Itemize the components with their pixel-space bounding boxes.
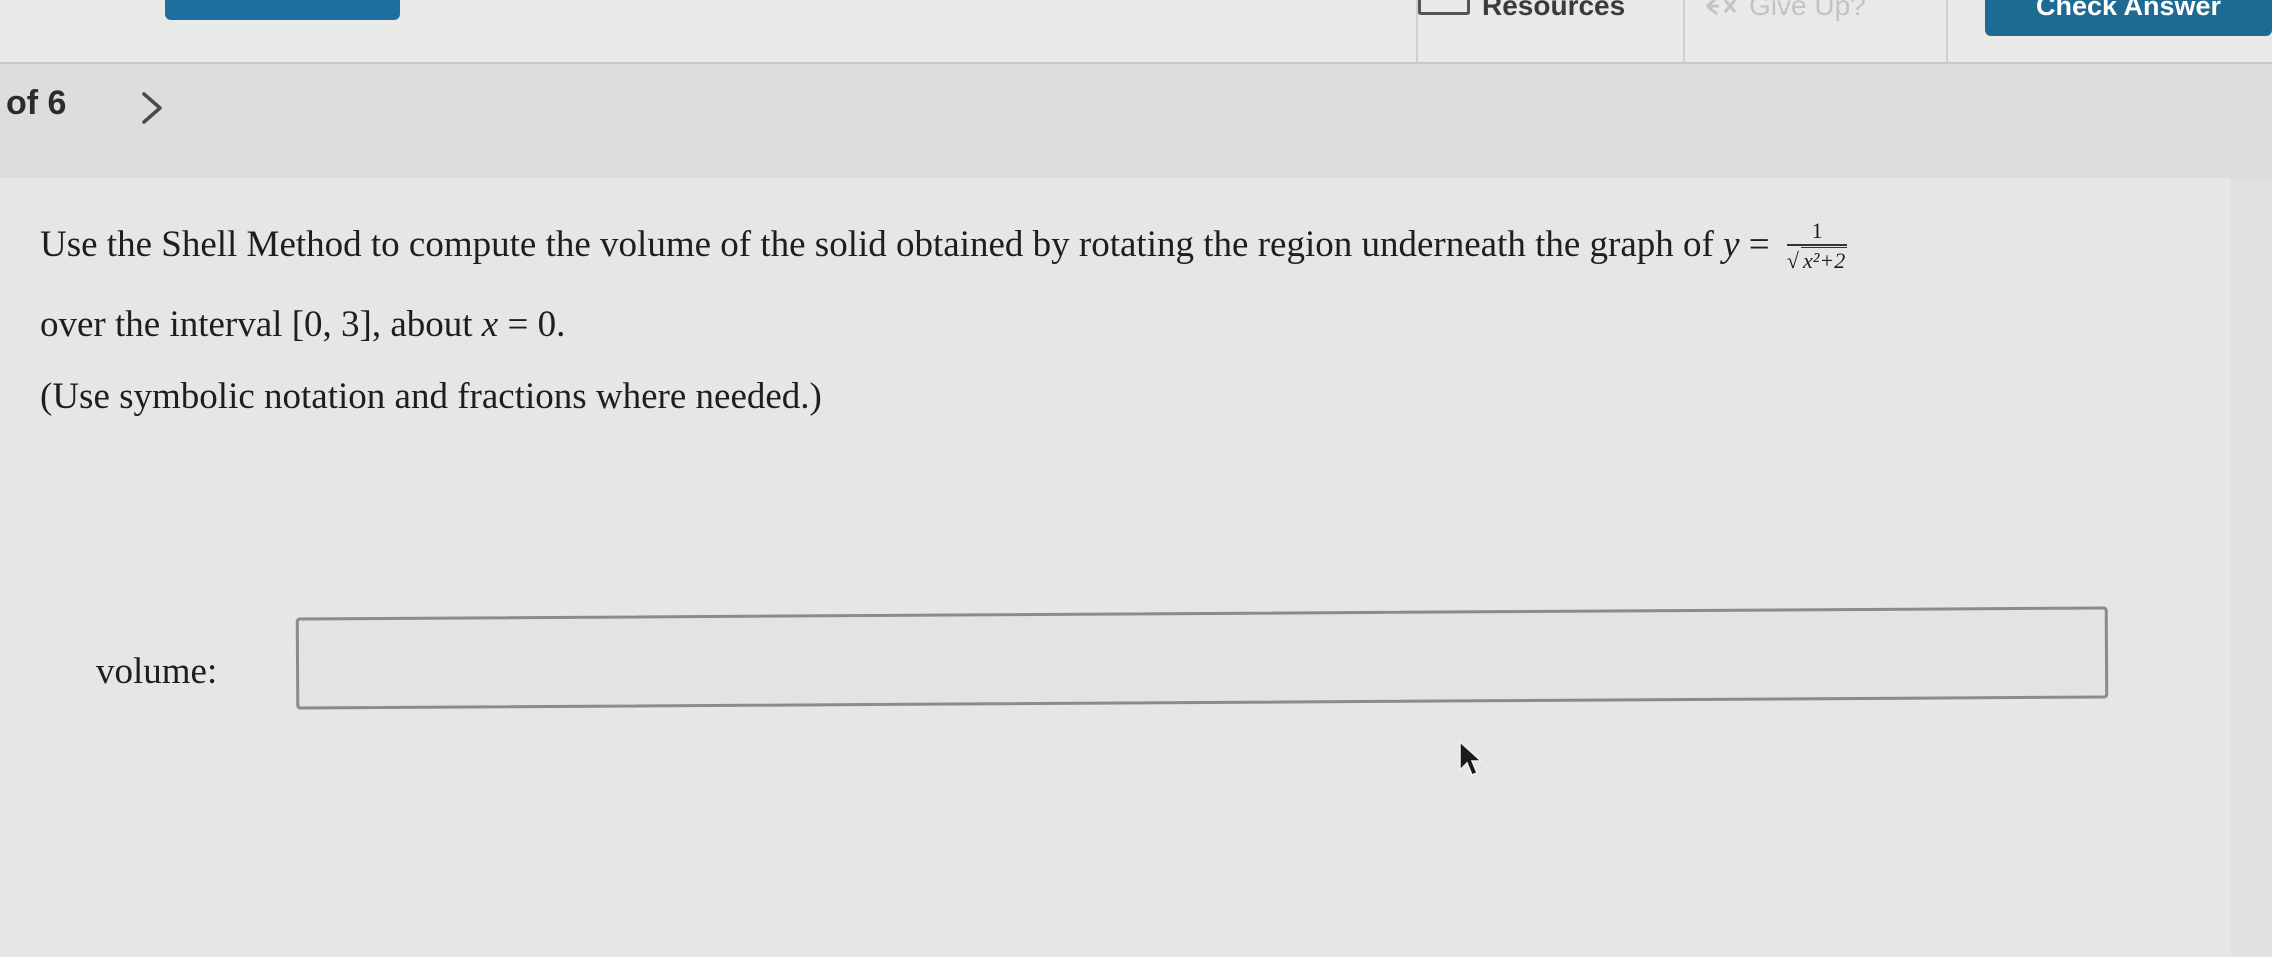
radicand: x²+2 (1801, 246, 1848, 273)
top-toolbar: Resources Give Up? Check Answer (0, 0, 2272, 64)
question-line-2-end: = 0. (507, 304, 566, 345)
question-line-1: Use the Shell Method to compute the volu… (40, 205, 2220, 285)
give-up-label: Give Up? (1749, 0, 1866, 21)
toolbar-divider (1946, 0, 1948, 62)
question-line-2-text: over the interval [0, 3], about (40, 304, 473, 345)
chevron-right-icon[interactable] (140, 88, 166, 128)
resources-icon (1418, 0, 1470, 15)
give-up-button[interactable]: Give Up? (1705, 0, 1866, 26)
instruction-note: (Use symbolic notation and fractions whe… (40, 376, 822, 417)
resources-label: Resources (1482, 0, 1626, 21)
mouse-pointer-icon (1459, 740, 1483, 776)
fraction-numerator: 1 (1811, 217, 1823, 243)
radical-symbol: √ (1786, 247, 1799, 273)
math-y-variable: y (1723, 224, 1740, 265)
volume-input[interactable] (295, 606, 2109, 710)
question-line-1-text: Use the Shell Method to compute the volu… (40, 224, 1714, 265)
question-text: Use the Shell Method to compute the volu… (40, 205, 2220, 365)
question-nav-bar (0, 64, 2272, 180)
fraction-denominator: √ x²+2 (1786, 243, 1848, 274)
toolbar-divider (1683, 0, 1685, 62)
check-answer-label: Check Answer (2035, 0, 2222, 21)
check-answer-button[interactable]: Check Answer (1985, 0, 2272, 36)
question-line-2: over the interval [0, 3], about x = 0. (40, 285, 2220, 365)
toolbar-left-button[interactable] (165, 0, 400, 20)
math-equals: = (1748, 224, 1770, 265)
give-up-icon (1706, 0, 1737, 16)
resources-button[interactable]: Resources (1418, 0, 1625, 26)
math-fraction: 1 √ x²+2 (1786, 217, 1848, 274)
page-count: of 6 (6, 84, 67, 122)
math-x-variable: x (481, 304, 499, 345)
volume-label: volume: (96, 651, 218, 692)
